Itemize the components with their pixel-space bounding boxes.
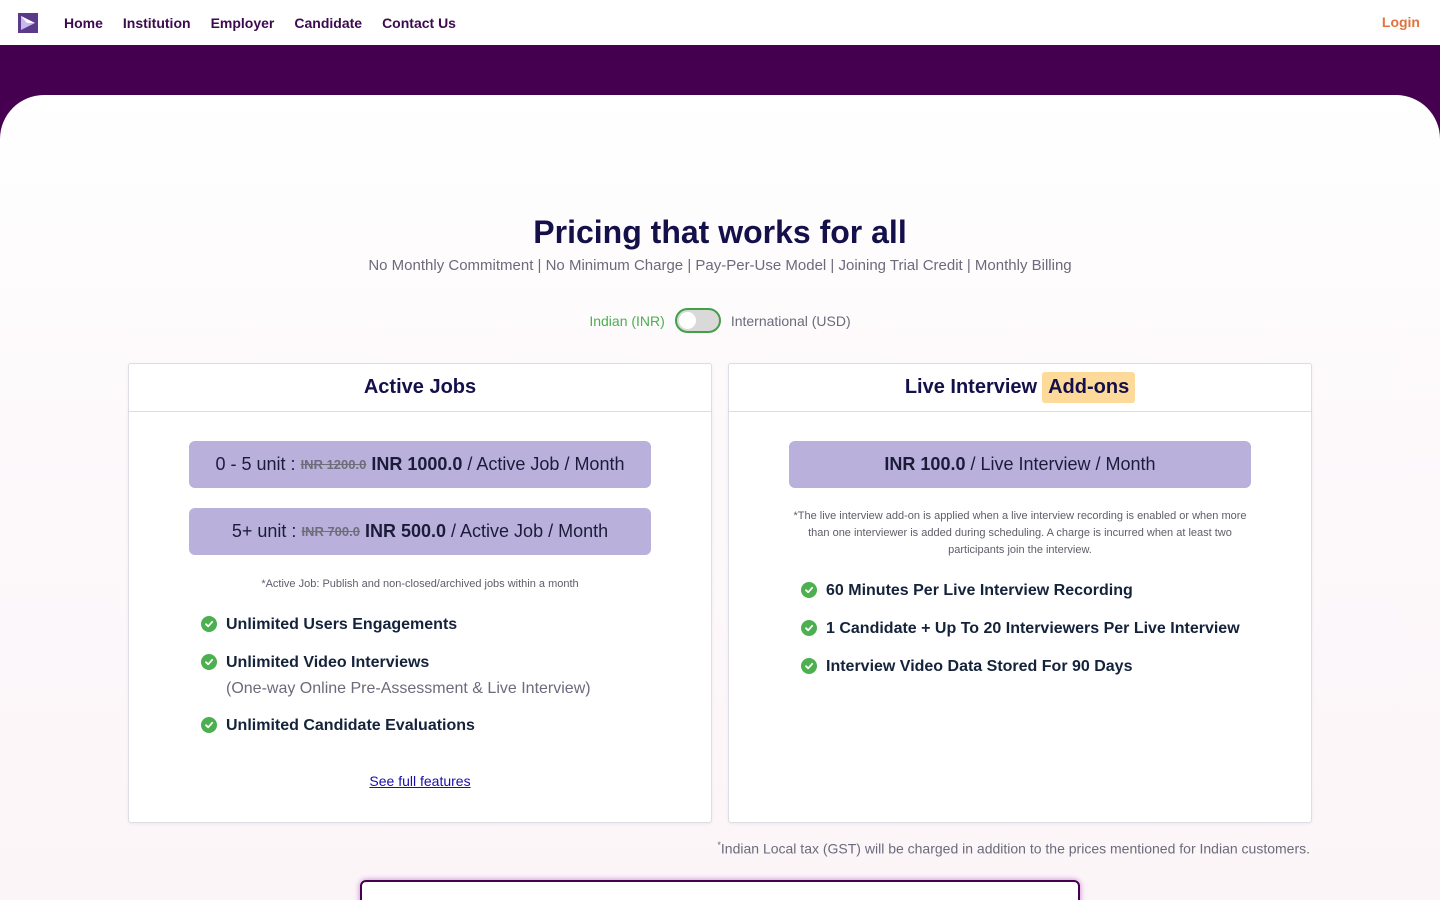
- addons-badge: Add-ons: [1042, 372, 1136, 403]
- nav-institution-link[interactable]: Institution: [123, 15, 191, 31]
- feature-label: Unlimited Candidate Evaluations: [226, 717, 475, 734]
- card-header: Live Interview Add-ons: [729, 364, 1311, 412]
- feature-item: Unlimited Video Interviews (One-way Onli…: [201, 653, 591, 702]
- feature-label: 60 Minutes Per Live Interview Recording: [826, 582, 1133, 599]
- tier-range: 0 - 5 unit :: [215, 454, 296, 474]
- main-nav: Home Institution Employer Candidate Cont…: [64, 0, 456, 45]
- active-jobs-card: Active Jobs 0 - 5 unit : INR 1200.0 INR …: [128, 363, 712, 823]
- old-price: INR 1200.0: [300, 457, 367, 472]
- currency-label-inr[interactable]: Indian (INR): [589, 313, 664, 329]
- check-icon: [201, 616, 217, 632]
- feature-item: 60 Minutes Per Live Interview Recording: [801, 581, 1133, 601]
- feature-label: Interview Video Data Stored For 90 Days: [826, 658, 1133, 675]
- check-icon: [201, 717, 217, 733]
- currency-label-usd[interactable]: International (USD): [731, 313, 851, 329]
- feature-item: Unlimited Users Engagements: [201, 615, 457, 635]
- feature-label: Unlimited Users Engagements: [226, 616, 458, 633]
- feature-item: 1 Candidate + Up To 20 Interviewers Per …: [801, 619, 1240, 639]
- price-tier: 0 - 5 unit : INR 1200.0 INR 1000.0 / Act…: [189, 441, 651, 488]
- feature-item: Interview Video Data Stored For 90 Days: [801, 657, 1132, 677]
- feature-sublabel: (One-way Online Pre-Assessment & Live In…: [226, 680, 591, 697]
- price-tier: INR 100.0 / Live Interview / Month: [789, 441, 1251, 488]
- nav-candidate-link[interactable]: Candidate: [294, 15, 362, 31]
- gst-note: *Indian Local tax (GST) will be charged …: [717, 840, 1310, 857]
- nav-employer-link[interactable]: Employer: [211, 15, 275, 31]
- gst-text: Indian Local tax (GST) will be charged i…: [720, 840, 1310, 857]
- current-price: INR 500.0: [364, 521, 447, 541]
- card-header: Active Jobs: [129, 364, 711, 412]
- bottom-panel: [360, 880, 1080, 900]
- check-icon: [801, 582, 817, 598]
- check-icon: [801, 658, 817, 674]
- nav-contact-us-link[interactable]: Contact Us: [382, 15, 456, 31]
- feature-label: 1 Candidate + Up To 20 Interviewers Per …: [826, 620, 1240, 637]
- currency-switch-row: Indian (INR) International (USD): [0, 308, 1440, 333]
- feature-item: Unlimited Candidate Evaluations: [201, 716, 475, 736]
- live-interview-note: *The live interview add-on is applied wh…: [793, 510, 1247, 556]
- page-subtitle: No Monthly Commitment | No Minimum Charg…: [368, 257, 1072, 274]
- login-link[interactable]: Login: [1382, 14, 1420, 30]
- current-price: INR 1000.0: [371, 454, 463, 474]
- price-unit: / Active Job / Month: [467, 454, 625, 474]
- old-price: INR 700.0: [301, 524, 360, 539]
- top-navbar: Home Institution Employer Candidate Cont…: [0, 0, 1440, 45]
- feature-label: Unlimited Video Interviews: [226, 654, 430, 671]
- price-unit: / Live Interview / Month: [970, 454, 1156, 474]
- page-title: Pricing that works for all: [533, 214, 907, 250]
- check-icon: [201, 654, 217, 670]
- tier-range: 5+ unit :: [231, 521, 297, 541]
- currency-toggle[interactable]: [674, 308, 721, 333]
- current-price: INR 100.0: [884, 454, 966, 474]
- nav-home-link[interactable]: Home: [64, 15, 103, 31]
- live-interview-card: Live Interview Add-ons INR 100.0 / Live …: [728, 363, 1312, 823]
- play-logo-icon[interactable]: [18, 13, 38, 33]
- price-tier: 5+ unit : INR 700.0 INR 500.0 / Active J…: [189, 508, 651, 555]
- price-unit: / Active Job / Month: [451, 521, 609, 541]
- card-title: Live Interview: [904, 376, 1038, 398]
- check-icon: [801, 620, 817, 636]
- active-job-note: *Active Job: Publish and non-closed/arch…: [261, 578, 579, 590]
- see-full-features-link[interactable]: See full features: [129, 773, 711, 789]
- card-title: Active Jobs: [363, 376, 477, 398]
- toggle-knob: [678, 312, 696, 329]
